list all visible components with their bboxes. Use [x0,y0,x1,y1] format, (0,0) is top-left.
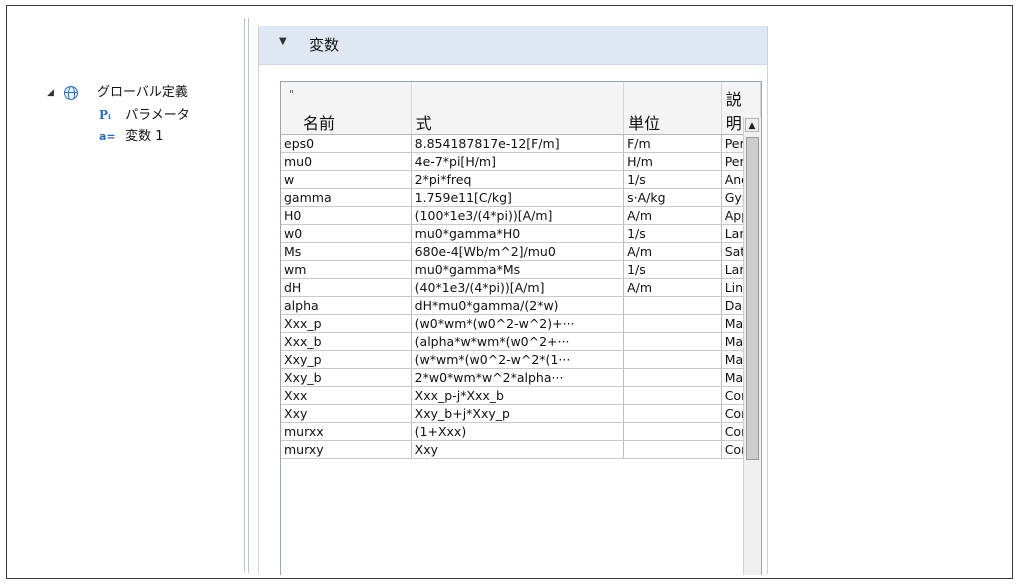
table-header-row: " 名前 式 単位 説明 [281,82,761,135]
cell-name[interactable]: mu0 [281,152,412,171]
cell-expression[interactable]: 8.854187817e-12[F/m] [411,134,625,153]
expand-triangle-icon[interactable]: ◢ [47,82,54,104]
cell-unit[interactable] [623,422,722,441]
cell-expression[interactable]: (alpha*w*wm*(w0^2+··· [411,332,625,351]
parameters-icon: Pᵢ [99,108,111,122]
table-row[interactable]: murxy Xxy Cor [281,440,761,459]
table-row[interactable]: Xxx_p (w0*wm*(w0^2-w^2)+··· Mag [281,314,761,333]
cell-unit[interactable] [623,386,722,405]
cell-name[interactable]: Xxx_p [281,314,412,333]
cell-expression[interactable]: 2*w0*wm*w^2*alpha··· [411,368,625,387]
cell-expression[interactable]: (w0*wm*(w0^2-w^2)+··· [411,314,625,333]
tree-node-label: グローバル定義 [97,85,188,100]
column-header-name[interactable]: " 名前 [281,82,412,135]
tree-node-parameters[interactable]: Pᵢ パラメータ [47,104,190,126]
cell-expression[interactable]: 2*pi*freq [411,170,625,189]
cell-unit[interactable]: H/m [623,152,722,171]
table-row[interactable]: murxx (1+Xxx) Cor [281,422,761,441]
cell-expression[interactable]: Xxy [411,440,625,459]
cell-name[interactable]: Xxx_b [281,332,412,351]
table-row[interactable]: gamma 1.759e11[C/kg] s·A/kg Gyr [281,188,761,207]
table-row[interactable]: dH (40*1e3/(4*pi))[A/m] A/m Line [281,278,761,297]
variables-table: " 名前 式 単位 説明 eps0 8.854187817e-12[F/m] F/m P… [280,81,762,575]
table-row[interactable]: Xxy_p (w*wm*(w0^2-w^2*(1··· Mag [281,350,761,369]
cell-name[interactable]: w [281,170,412,189]
cell-unit[interactable] [623,314,722,333]
table-row[interactable]: mu0 4e-7*pi[H/m] H/m Per [281,152,761,171]
table-row[interactable]: w 2*pi*freq 1/s Ang [281,170,761,189]
vertical-scrollbar[interactable]: ▲ [743,117,761,575]
column-header-unit[interactable]: 単位 [623,82,722,135]
tree-node-label: パラメータ [125,108,190,123]
cell-unit[interactable]: A/m [623,278,722,297]
column-label: 名前 [303,114,336,133]
variables-icon: a= [99,130,116,143]
cell-expression[interactable]: Xxy_b+j*Xxy_p [411,404,625,423]
cell-expression[interactable]: 4e-7*pi[H/m] [411,152,625,171]
section-title: 変数 [309,36,340,54]
model-tree: ◢ グローバル定義 Pᵢ パラメータ a= 変数 1 [47,82,190,148]
table-row[interactable]: Ms 680e-4[Wb/m^2]/mu0 A/m Sat [281,242,761,261]
cell-name[interactable]: alpha [281,296,412,315]
table-row[interactable]: eps0 8.854187817e-12[F/m] F/m Per [281,134,761,153]
cell-expression[interactable]: mu0*gamma*H0 [411,224,625,243]
cell-expression[interactable]: mu0*gamma*Ms [411,260,625,279]
cell-name[interactable]: w0 [281,224,412,243]
cell-expression[interactable]: dH*mu0*gamma/(2*w) [411,296,625,315]
cell-expression[interactable]: 680e-4[Wb/m^2]/mu0 [411,242,625,261]
sort-marker-icon: " [289,88,295,101]
table-row[interactable]: H0 (100*1e3/(4*pi))[A/m] A/m App [281,206,761,225]
cell-expression[interactable]: Xxx_p-j*Xxx_b [411,386,625,405]
cell-name[interactable]: wm [281,260,412,279]
cell-unit[interactable]: F/m [623,134,722,153]
cell-unit[interactable]: 1/s [623,224,722,243]
cell-name[interactable]: Xxy [281,404,412,423]
table-row[interactable]: w0 mu0*gamma*H0 1/s Ları [281,224,761,243]
cell-name[interactable]: H0 [281,206,412,225]
globe-icon [64,86,78,100]
cell-unit[interactable] [623,350,722,369]
panel-splitter[interactable] [244,18,249,573]
cell-name[interactable]: Xxy_p [281,350,412,369]
cell-name[interactable]: murxy [281,440,412,459]
table-row[interactable]: wm mu0*gamma*Ms 1/s Ları [281,260,761,279]
cell-unit[interactable]: s·A/kg [623,188,722,207]
table-row[interactable]: Xxx Xxx_p-j*Xxx_b Cor [281,386,761,405]
cell-expression[interactable]: 1.759e11[C/kg] [411,188,625,207]
cell-unit[interactable]: A/m [623,206,722,225]
variables-section-header[interactable]: ▼ 変数 [259,26,767,65]
cell-unit[interactable] [623,296,722,315]
column-header-expression[interactable]: 式 [411,82,625,135]
cell-unit[interactable] [623,404,722,423]
cell-name[interactable]: dH [281,278,412,297]
table-row[interactable]: Xxx_b (alpha*w*wm*(w0^2+··· Mag [281,332,761,351]
cell-expression[interactable]: (40*1e3/(4*pi))[A/m] [411,278,625,297]
cell-name[interactable]: murxx [281,422,412,441]
table-row[interactable]: Xxy Xxy_b+j*Xxy_p Cor [281,404,761,423]
cell-expression[interactable]: (100*1e3/(4*pi))[A/m] [411,206,625,225]
scroll-up-arrow-icon[interactable]: ▲ [745,118,759,132]
cell-expression[interactable]: (1+Xxx) [411,422,625,441]
tree-node-global-definitions[interactable]: ◢ グローバル定義 [47,82,190,104]
settings-panel: ▼ 変数 " 名前 式 単位 説明 eps0 8.854187817e-12[F/m… [258,26,768,575]
cell-name[interactable]: Xxy_b [281,368,412,387]
table-row[interactable]: alpha dH*mu0*gamma/(2*w) Dar [281,296,761,315]
cell-name[interactable]: Xxx [281,386,412,405]
cell-unit[interactable]: 1/s [623,260,722,279]
tree-node-label: 変数 1 [125,129,164,144]
cell-unit[interactable] [623,332,722,351]
cell-name[interactable]: eps0 [281,134,412,153]
cell-name[interactable]: Ms [281,242,412,261]
cell-unit[interactable]: 1/s [623,170,722,189]
cell-name[interactable]: gamma [281,188,412,207]
scroll-thumb[interactable] [746,137,759,460]
cell-unit[interactable]: A/m [623,242,722,261]
tree-node-variables-1[interactable]: a= 変数 1 [47,126,190,148]
cell-expression[interactable]: (w*wm*(w0^2-w^2*(1··· [411,350,625,369]
table-row[interactable]: Xxy_b 2*w0*wm*w^2*alpha··· Mag [281,368,761,387]
collapse-caret-icon[interactable]: ▼ [279,36,287,47]
cell-unit[interactable] [623,368,722,387]
cell-unit[interactable] [623,440,722,459]
